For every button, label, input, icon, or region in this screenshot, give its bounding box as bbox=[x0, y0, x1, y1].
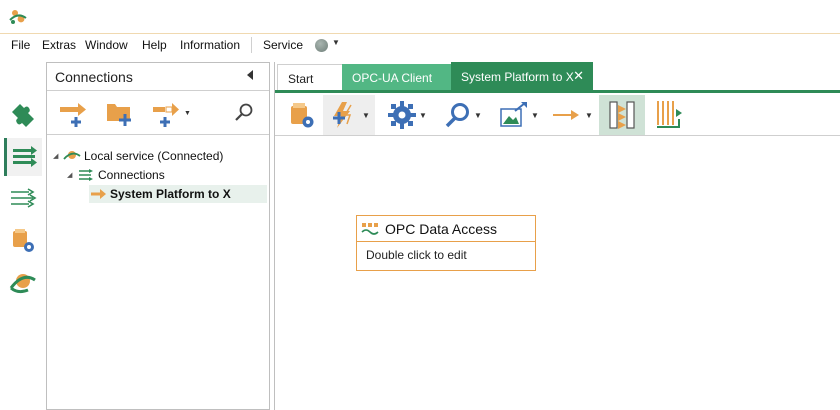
tab-opc-ua-client[interactable]: OPC-UA Client bbox=[342, 64, 452, 90]
collapse-panel-icon[interactable] bbox=[247, 70, 253, 80]
chevron-down-icon: ▼ bbox=[474, 110, 482, 120]
expand-icon[interactable]: ◢ bbox=[53, 152, 63, 160]
add-lightning-icon bbox=[333, 102, 352, 128]
puzzle-icon bbox=[12, 104, 34, 127]
layout-view-button[interactable] bbox=[649, 95, 689, 135]
menu-file[interactable]: File bbox=[11, 38, 30, 52]
connections-icon bbox=[79, 169, 93, 181]
tree-node-connections[interactable]: ◢ Connections bbox=[67, 166, 165, 184]
close-icon[interactable]: ✕ bbox=[573, 68, 584, 84]
menu-help[interactable]: Help bbox=[142, 38, 167, 52]
search-dropdown-button[interactable]: ▼ bbox=[441, 95, 485, 135]
add-connection-button[interactable] bbox=[57, 99, 91, 127]
panel-title: Connections bbox=[55, 69, 133, 85]
search-button[interactable] bbox=[227, 99, 261, 127]
rail-mappings-button[interactable] bbox=[4, 180, 42, 218]
menu-bar: File Extras Window Help Information Serv… bbox=[0, 34, 840, 56]
block-title: OPC Data Access bbox=[385, 220, 498, 237]
database-gear-icon bbox=[13, 229, 34, 252]
tab-label: System Platform to X bbox=[461, 70, 574, 84]
menu-window[interactable]: Window bbox=[85, 38, 128, 52]
add-folder-icon bbox=[107, 104, 131, 126]
add-item-dropdown-button[interactable]: ▼ bbox=[149, 99, 193, 127]
arrow-line-icon bbox=[553, 110, 580, 120]
image-dropdown-button[interactable]: ▼ bbox=[497, 95, 541, 135]
menu-extras[interactable]: Extras bbox=[42, 38, 76, 52]
tab-start[interactable]: Start bbox=[277, 64, 343, 90]
search-icon bbox=[235, 103, 253, 121]
tree-node-label: Local service (Connected) bbox=[84, 149, 224, 163]
arrow-right-icon bbox=[91, 189, 106, 199]
menu-service[interactable]: Service bbox=[263, 38, 303, 52]
add-folder-button[interactable] bbox=[103, 99, 137, 127]
chevron-down-icon: ▼ bbox=[419, 110, 427, 120]
block-hint: Double click to edit bbox=[366, 248, 467, 262]
database-gear-icon bbox=[291, 103, 314, 128]
editor-area: Start OPC-UA Client System Platform to X… bbox=[274, 62, 840, 410]
service-icon bbox=[63, 151, 81, 160]
chevron-down-icon: ▼ bbox=[184, 109, 191, 117]
tab-label: OPC-UA Client bbox=[352, 71, 433, 85]
chevron-down-icon: ▼ bbox=[362, 110, 370, 120]
app-logo-icon bbox=[9, 10, 27, 24]
menu-separator bbox=[251, 37, 252, 53]
panel-toolbar: ▼ bbox=[47, 91, 269, 135]
panel-header: Connections bbox=[47, 63, 269, 91]
block-header: OPC Data Access bbox=[357, 216, 535, 242]
add-connection-icon bbox=[60, 103, 86, 127]
mapping-view-button[interactable] bbox=[599, 95, 645, 135]
expand-icon[interactable]: ◢ bbox=[67, 171, 77, 179]
mapping-canvas[interactable]: OPC Data Access Double click to edit bbox=[275, 136, 840, 410]
source-settings-button[interactable] bbox=[285, 95, 319, 135]
tree-node-system-platform[interactable]: System Platform to X bbox=[89, 185, 267, 203]
rail-about-button[interactable] bbox=[4, 264, 42, 302]
rail-modules-button[interactable] bbox=[4, 96, 42, 134]
tree-node-label: System Platform to X bbox=[110, 187, 231, 201]
add-item-icon bbox=[153, 103, 180, 127]
opc-block-icon bbox=[361, 222, 379, 235]
columns-arrow-icon bbox=[657, 101, 682, 128]
settings-dropdown-button[interactable]: ▼ bbox=[385, 95, 429, 135]
brand-logo-icon bbox=[9, 274, 36, 294]
service-status-icon[interactable] bbox=[315, 39, 328, 52]
mappings-icon bbox=[11, 188, 37, 208]
mapping-view-icon bbox=[609, 101, 635, 129]
chevron-down-icon: ▼ bbox=[531, 110, 539, 120]
editor-tabs: Start OPC-UA Client System Platform to X… bbox=[275, 62, 840, 90]
chevron-down-icon: ▼ bbox=[585, 110, 593, 120]
image-export-icon bbox=[500, 102, 528, 127]
tree-node-label: Connections bbox=[98, 168, 165, 182]
left-icon-rail bbox=[0, 56, 46, 410]
editor-toolbar: ▼ ▼ ▼ ▼ ▼ bbox=[275, 90, 840, 136]
chevron-down-icon[interactable]: ▼ bbox=[332, 38, 340, 47]
add-source-dropdown-button[interactable]: ▼ bbox=[323, 95, 375, 135]
gear-icon bbox=[388, 101, 417, 129]
connections-icon bbox=[12, 146, 37, 167]
connections-panel: Connections ▼ ◢ Local service (Connected… bbox=[46, 62, 270, 410]
search-icon bbox=[445, 103, 470, 128]
rail-settings-button[interactable] bbox=[4, 222, 42, 260]
tree-node-local-service[interactable]: ◢ Local service (Connected) bbox=[53, 147, 223, 165]
rail-connections-button[interactable] bbox=[4, 138, 42, 176]
menu-information[interactable]: Information bbox=[180, 38, 240, 52]
tab-label: Start bbox=[288, 72, 314, 86]
tab-system-platform[interactable]: System Platform to X ✕ bbox=[451, 62, 593, 90]
title-bar bbox=[0, 0, 840, 34]
connector-dropdown-button[interactable]: ▼ bbox=[549, 95, 595, 135]
opc-data-access-block[interactable]: OPC Data Access Double click to edit bbox=[356, 215, 536, 271]
